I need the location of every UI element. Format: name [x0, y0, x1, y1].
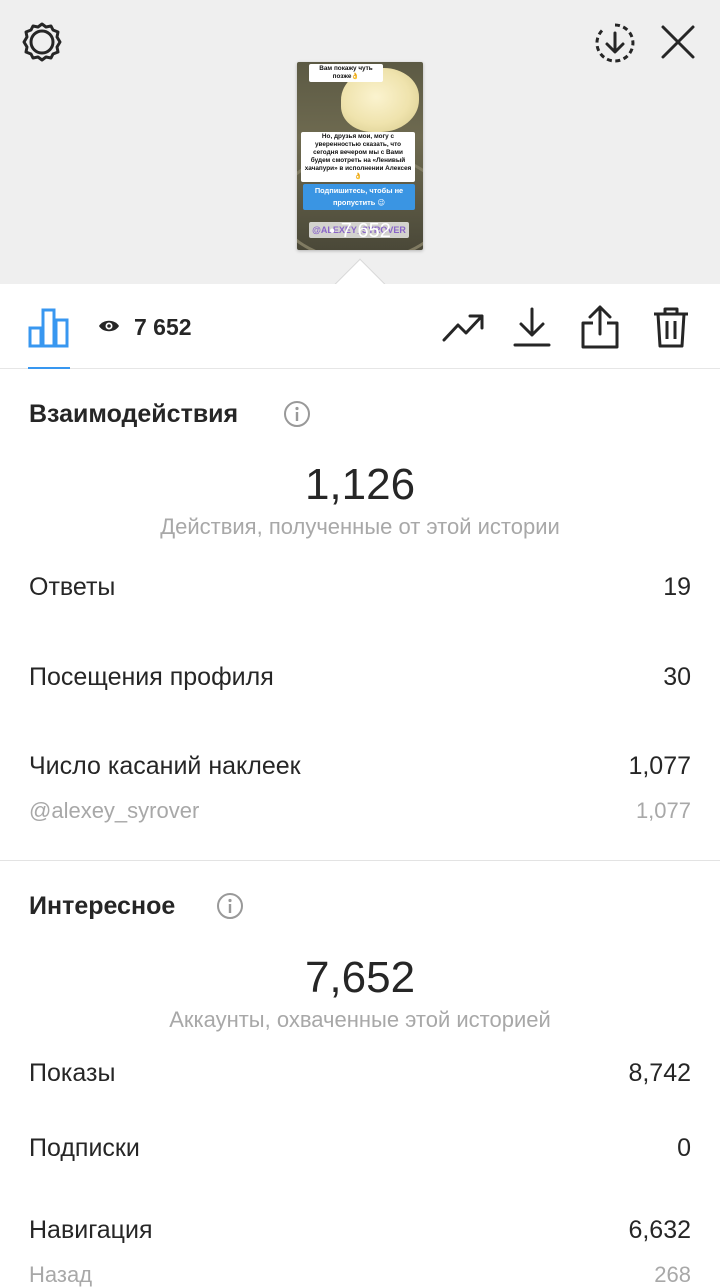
interactions-subtitle: Действия, полученные от этой истории: [160, 514, 560, 539]
interactions-title: Взаимодействия: [29, 400, 239, 428]
back-label: Назад: [29, 1262, 93, 1287]
impressions-value: 8,742: [628, 1059, 691, 1087]
navigation-value: 6,632: [628, 1216, 691, 1244]
replies-value: 19: [663, 573, 691, 601]
download-icon[interactable]: [512, 306, 552, 348]
info-icon[interactable]: [283, 400, 311, 433]
story-sticker-text: Но, друзья мои, могу с уверенностью сказ…: [301, 132, 415, 182]
replies-label: Ответы: [29, 573, 116, 601]
settings-gear-icon[interactable]: [20, 20, 64, 64]
story-thumbnail[interactable]: Вам покажу чуть позже👌 Но, друзья мои, м…: [297, 62, 423, 250]
follows-value: 0: [677, 1134, 691, 1162]
active-tab-indicator: [28, 367, 70, 369]
share-icon[interactable]: [580, 304, 620, 350]
bar-chart-icon[interactable]: [28, 306, 70, 348]
story-toolbar: 7 652: [0, 284, 720, 369]
story-preview-area: Вам покажу чуть позже👌 Но, друзья мои, м…: [0, 0, 720, 284]
profile-visits-value: 30: [663, 663, 691, 691]
trash-icon[interactable]: [652, 306, 690, 348]
navigation-label: Навигация: [29, 1216, 153, 1244]
close-icon[interactable]: [660, 24, 696, 60]
mention-sticker-label: @alexey_syrover: [29, 798, 200, 823]
discovery-title: Интересное: [29, 892, 176, 920]
back-value: 268: [654, 1262, 691, 1287]
download-circle-icon[interactable]: [594, 22, 636, 64]
story-sticker-subscribe: Подпишитесь, чтобы не пропустить 😉: [303, 184, 415, 210]
profile-visits-label: Посещения профиля: [29, 663, 274, 691]
mention-sticker-value: 1,077: [635, 798, 691, 823]
section-divider: [0, 860, 720, 861]
trending-icon[interactable]: [442, 312, 486, 344]
sticker-taps-value: 1,077: [628, 752, 691, 780]
sticker-taps-label: Число касаний наклеек: [29, 752, 301, 780]
views-count: 7 652: [134, 314, 192, 340]
interactions-total: 1,126: [304, 460, 416, 509]
thumbnail-view-count: ● 7 652: [329, 220, 391, 242]
story-sticker-text: Вам покажу чуть позже👌: [309, 64, 383, 82]
follows-label: Подписки: [29, 1134, 140, 1162]
eye-icon: ●: [329, 225, 336, 237]
discovery-total: 7,652: [304, 953, 416, 1002]
impressions-label: Показы: [29, 1059, 116, 1087]
discovery-subtitle: Аккаунты, охваченные этой историей: [169, 1007, 551, 1032]
info-icon[interactable]: [216, 892, 244, 925]
eye-icon: [98, 318, 120, 334]
